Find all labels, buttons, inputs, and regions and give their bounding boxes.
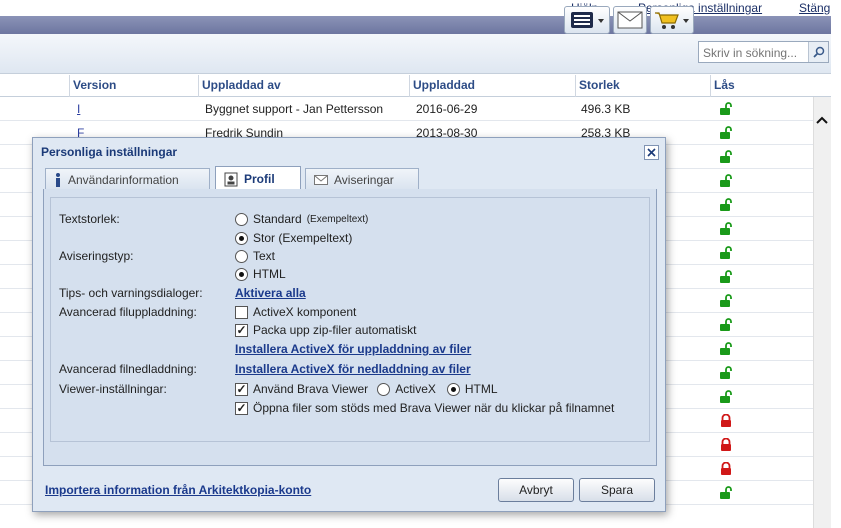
dialog-title: Personliga inställningar [41, 145, 178, 159]
text-size-standard-label: Standard [253, 212, 302, 226]
open-with-brava-label: Öppna filer som stöds med Brava Viewer n… [253, 401, 615, 415]
close-icon [647, 148, 656, 157]
tab-user-information-label: Användarinformation [68, 172, 179, 187]
unzip-checkbox[interactable]: ✓ [235, 323, 248, 337]
unlocked-icon[interactable] [719, 366, 733, 380]
viewer-activex-radio[interactable] [377, 382, 391, 396]
activex-component-checkbox[interactable] [235, 305, 248, 319]
scroll-up-button[interactable] [813, 108, 831, 132]
close-link[interactable]: Stäng [799, 1, 830, 15]
tab-notifications-label: Aviseringar [334, 172, 394, 187]
unlocked-icon[interactable] [719, 198, 733, 212]
unlocked-icon[interactable] [719, 150, 733, 164]
mail-button[interactable] [613, 6, 647, 34]
envelope-icon [314, 174, 328, 185]
table-header: Version Uppladdad av Uppladdad Storlek L… [0, 75, 831, 97]
activate-all-link[interactable]: Aktivera alla [235, 286, 306, 300]
uploaded-by-cell: Byggnet support - Jan Pettersson [205, 102, 384, 116]
tab-profile-label: Profil [244, 172, 275, 186]
text-size-standard-radio[interactable] [235, 212, 248, 226]
notification-html-radio[interactable] [235, 267, 248, 281]
unzip-option[interactable]: ✓ Packa upp zip-filer automatiskt [235, 323, 416, 337]
use-brava-label: Använd Brava Viewer [253, 382, 369, 396]
advanced-upload-label: Avancerad filuppladdning: [59, 305, 197, 319]
notification-text-radio[interactable] [235, 249, 248, 263]
viewer-activex-label: ActiveX [395, 382, 436, 396]
text-size-large-option[interactable]: Stor (Exempeltext) [235, 231, 352, 245]
viewer-html-label: HTML [464, 382, 498, 396]
notification-type-label: Aviseringstyp: [59, 249, 134, 263]
unlocked-icon[interactable] [719, 318, 733, 332]
notification-text-option[interactable]: Text [235, 249, 275, 263]
use-brava-checkbox[interactable]: ✓ [235, 382, 248, 396]
locked-icon[interactable] [719, 413, 733, 428]
envelope-icon [617, 11, 643, 29]
column-uploaded[interactable]: Uppladdad [409, 75, 575, 97]
unlocked-icon[interactable] [719, 222, 733, 236]
personal-settings-dialog: Personliga inställningar Användarinforma… [32, 137, 666, 512]
unlocked-icon[interactable] [719, 102, 733, 116]
notification-text-label: Text [253, 249, 276, 263]
notification-html-label: HTML [253, 267, 286, 281]
open-with-brava-option[interactable]: ✓ Öppna filer som stöds med Brava Viewer… [235, 401, 614, 415]
install-download-activex-link[interactable]: Installera ActiveX för nedladdning av fi… [235, 362, 471, 376]
viewer-html-radio[interactable] [446, 382, 460, 396]
unlocked-icon[interactable] [719, 342, 733, 356]
search-icon [812, 46, 824, 58]
size-cell: 496.3 KB [581, 102, 631, 116]
dialog-tabs: Användarinformation Profil Aviseringar [43, 166, 657, 191]
unzip-label: Packa upp zip-filer automatiskt [253, 323, 417, 337]
header-band [0, 16, 831, 34]
uploaded-date-cell: 2016-06-29 [416, 102, 478, 116]
menu-button[interactable] [564, 6, 610, 34]
table-row[interactable]: I Byggnet support - Jan Pettersson 2016-06… [0, 97, 813, 121]
dialog-close-button[interactable] [644, 145, 659, 160]
search-button[interactable] [808, 42, 828, 62]
version-link[interactable]: I [77, 102, 80, 116]
text-size-standard-option[interactable]: Standard (Exempeltext) [235, 212, 368, 226]
unlocked-icon[interactable] [719, 486, 733, 500]
cart-button[interactable] [650, 6, 694, 34]
chevron-up-icon [816, 116, 828, 124]
unlocked-icon[interactable] [719, 390, 733, 404]
unlocked-icon[interactable] [719, 294, 733, 308]
info-icon [56, 172, 60, 187]
cancel-button[interactable]: Avbryt [498, 478, 574, 502]
save-button[interactable]: Spara [579, 478, 655, 502]
cart-icon [655, 12, 689, 29]
viewer-settings-label: Viewer-inställningar: [59, 382, 167, 396]
install-upload-activex-link[interactable]: Installera ActiveX för uppladdning av fi… [235, 342, 471, 356]
open-with-brava-checkbox[interactable]: ✓ [235, 401, 248, 415]
list-menu-icon [571, 12, 604, 28]
tab-user-information[interactable]: Användarinformation [45, 168, 210, 190]
notification-html-option[interactable]: HTML [235, 267, 286, 281]
tips-label: Tips- och varningsdialoger: [59, 286, 203, 300]
profile-icon [224, 172, 238, 187]
column-lock[interactable]: Lås [710, 75, 813, 97]
scrollbar[interactable] [813, 97, 831, 528]
top-bar: Hjälp Personliga inställningar Stäng [0, 0, 841, 16]
viewer-options-row: ✓ Använd Brava Viewer ActiveX HTML [235, 382, 498, 396]
column-size[interactable]: Storlek [575, 75, 710, 97]
locked-icon[interactable] [719, 461, 733, 476]
text-size-label: Textstorlek: [59, 212, 120, 226]
unlocked-icon[interactable] [719, 174, 733, 188]
import-info-link[interactable]: Importera information från Arkitektkopia… [45, 483, 311, 497]
unlocked-icon[interactable] [719, 246, 733, 260]
search-input[interactable] [703, 45, 807, 60]
column-uploaded-by[interactable]: Uppladdad av [198, 75, 409, 97]
activex-component-option[interactable]: ActiveX komponent [235, 305, 356, 319]
unlocked-icon[interactable] [719, 126, 733, 140]
text-size-large-label: Stor (Exempeltext) [253, 231, 353, 245]
text-size-large-radio[interactable] [235, 231, 248, 245]
advanced-download-label: Avancerad filnedladdning: [59, 362, 197, 376]
column-version[interactable]: Version [69, 75, 198, 97]
tab-profile[interactable]: Profil [215, 166, 301, 191]
locked-icon[interactable] [719, 437, 733, 452]
unlocked-icon[interactable] [719, 270, 733, 284]
text-size-standard-example: (Exempeltext) [306, 213, 369, 225]
search-box [698, 41, 829, 63]
tab-notifications[interactable]: Aviseringar [305, 168, 419, 190]
activex-component-label: ActiveX komponent [253, 305, 357, 319]
